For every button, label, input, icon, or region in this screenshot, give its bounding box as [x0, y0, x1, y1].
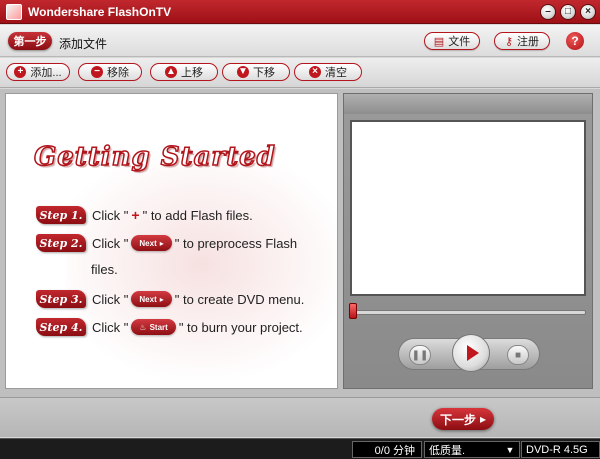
step-title: 添加文件 — [59, 37, 108, 51]
playback-controls: ❚❚ ■ — [398, 334, 540, 372]
next-step-label: 下一步 — [439, 412, 476, 427]
chevron-right-icon: ▸ — [159, 294, 164, 304]
help-icon[interactable]: ? — [566, 32, 584, 50]
start-sample-label: Start — [149, 322, 168, 332]
seek-thumb[interactable] — [349, 303, 357, 319]
chevron-down-icon: ▼ — [505, 444, 515, 455]
next-sample-button: Next ▸ — [131, 291, 172, 307]
step-2-before: Click " — [92, 235, 129, 251]
register-label: 注册 — [517, 36, 540, 48]
minus-icon: − — [91, 66, 103, 78]
arrow-down-icon: ▼ — [237, 66, 249, 78]
step-2-tag: Step 2. — [36, 234, 86, 252]
step-1-row: Step 1. Click " + " to add Flash files. — [36, 206, 253, 224]
step-3-row: Step 3. Click " Next ▸ " to create DVD m… — [36, 290, 304, 308]
move-down-label: 下移 — [253, 67, 275, 79]
title-bar: Wondershare FlashOnTV – □ × — [0, 0, 600, 24]
pause-button[interactable]: ❚❚ — [409, 345, 431, 365]
file-icon: ▤ — [433, 35, 445, 48]
minimize-button[interactable]: – — [540, 4, 556, 20]
preview-screen — [350, 120, 586, 296]
file-menu-button[interactable]: ▤ 文件 — [424, 32, 480, 50]
footer-bar — [0, 397, 600, 437]
key-icon: ⚷ — [504, 35, 514, 48]
step-3-tag: Step 3. — [36, 290, 86, 308]
chevron-right-icon: ▸ — [479, 412, 487, 426]
window-title: Wondershare FlashOnTV — [28, 5, 172, 19]
getting-started-title: Getting Started — [33, 141, 276, 173]
move-up-button[interactable]: ▲ 上移 — [150, 63, 218, 81]
remove-button[interactable]: − 移除 — [78, 63, 142, 81]
step-2-continuation: files. — [91, 262, 118, 277]
step-header: 第一步 添加文件 ▤ 文件 ⚷ 注册 ? — [0, 25, 600, 57]
quality-value: 低质量. — [429, 444, 466, 457]
flame-icon: ♨ — [139, 322, 147, 332]
register-button[interactable]: ⚷ 注册 — [494, 32, 550, 50]
remove-label: 移除 — [107, 67, 129, 79]
seek-bar[interactable] — [350, 310, 586, 315]
start-sample-button: ♨ Start — [131, 319, 176, 335]
preview-header — [344, 94, 592, 114]
step-1-tag: Step 1. — [36, 206, 86, 224]
quality-select[interactable]: 低质量. ▼ — [424, 441, 520, 458]
step-4-before: Click " — [92, 319, 129, 335]
close-button[interactable]: × — [580, 4, 596, 20]
file-menu-label: 文件 — [448, 36, 471, 48]
step-2-after: " to preprocess Flash — [174, 235, 298, 251]
next-step-button[interactable]: 下一步 ▸ — [432, 408, 494, 430]
step-2-row: Step 2. Click " Next ▸ " to preprocess F… — [36, 234, 297, 252]
preview-panel: ❚❚ ■ — [343, 93, 593, 389]
plus-icon: + — [131, 207, 140, 223]
step-4-after: " to burn your project. — [178, 319, 303, 335]
step-4-row: Step 4. Click " ♨ Start " to burn your p… — [36, 318, 303, 336]
status-bar: 0/0 分钟 低质量. ▼ DVD-R 4.5G — [0, 438, 600, 459]
move-up-label: 上移 — [181, 67, 203, 79]
arrow-up-icon: ▲ — [165, 66, 177, 78]
disc-type-value: DVD-R 4.5G — [526, 443, 588, 456]
duration-readout: 0/0 分钟 — [352, 441, 422, 458]
step-3-before: Click " — [92, 291, 129, 307]
plus-icon: + — [14, 66, 27, 78]
step-3-after: " to create DVD menu. — [174, 291, 305, 307]
file-list-panel[interactable]: Getting Started Step 1. Click " + " to a… — [5, 93, 338, 389]
step-1-after: " to add Flash files. — [142, 207, 253, 223]
next-sample-button: Next ▸ — [131, 235, 172, 251]
step-4-tag: Step 4. — [36, 318, 86, 336]
toolbar: + 添加... − 移除 ▲ 上移 ▼ 下移 × 清空 — [0, 58, 600, 88]
pause-icon: ❚❚ — [411, 349, 429, 361]
move-down-button[interactable]: ▼ 下移 — [222, 63, 290, 81]
disc-type-select[interactable]: DVD-R 4.5G — [521, 441, 600, 458]
clear-button[interactable]: × 清空 — [294, 63, 362, 81]
add-label: 添加... — [30, 67, 62, 79]
add-button[interactable]: + 添加... — [6, 63, 70, 81]
next-sample-label: Next — [139, 238, 157, 248]
next-sample-label: Next — [139, 294, 157, 304]
maximize-button[interactable]: □ — [560, 4, 576, 20]
x-icon: × — [309, 66, 321, 78]
play-button[interactable] — [452, 334, 490, 372]
chevron-right-icon: ▸ — [159, 238, 164, 248]
step-badge: 第一步 — [8, 32, 52, 50]
step-1-before: Click " — [92, 207, 129, 223]
clear-label: 清空 — [325, 67, 347, 79]
stop-icon: ■ — [514, 349, 522, 361]
app-icon — [6, 4, 22, 20]
stop-button[interactable]: ■ — [507, 345, 529, 365]
play-icon — [467, 345, 479, 361]
